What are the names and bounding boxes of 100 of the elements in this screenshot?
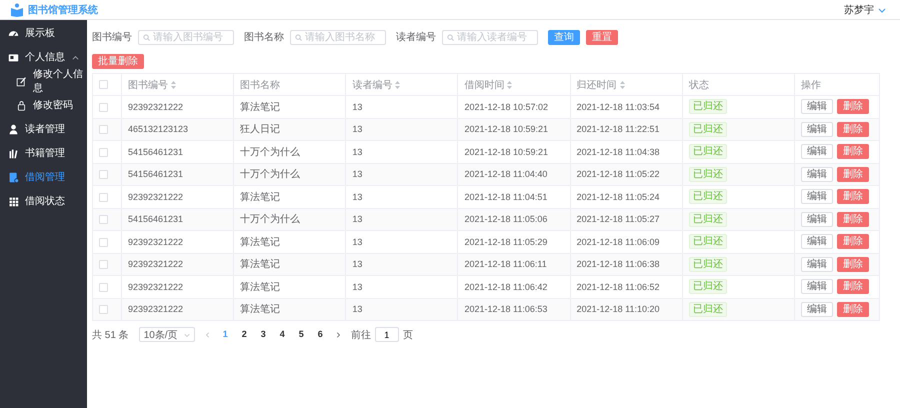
search-icon	[447, 34, 454, 40]
column-header: 图书编号	[128, 80, 168, 90]
table-cell: 13	[352, 259, 362, 270]
table-cell: 92392321222	[128, 304, 184, 314]
filter-label: 读者编号	[396, 30, 436, 44]
edit-button[interactable]: 编辑	[801, 99, 833, 114]
table-cell: 2021-12-18 11:22:51	[576, 124, 660, 134]
sidebar-item[interactable]: 书籍管理	[0, 141, 87, 165]
edit-button[interactable]: 编辑	[801, 166, 833, 182]
search-field[interactable]: 请输入图书编号	[138, 30, 234, 44]
status-tag: 已归还	[688, 302, 727, 317]
next-page-icon[interactable]	[334, 332, 341, 338]
page-number[interactable]: 6	[316, 328, 325, 341]
search-field[interactable]: 请输入图书名称	[290, 30, 386, 44]
checkbox[interactable]	[99, 80, 108, 89]
table-cell: 13	[352, 282, 362, 292]
page-number[interactable]: 3	[258, 328, 268, 341]
status-tag: 已归还	[688, 279, 727, 294]
checkbox[interactable]	[99, 148, 108, 157]
caret-icon[interactable]	[878, 6, 886, 14]
sidebar-item[interactable]: 修改个人信息	[0, 69, 87, 93]
table-cell: 2021-12-18 11:04:38	[576, 146, 660, 157]
table-cell: 92392321222	[128, 236, 184, 247]
search-field[interactable]: 请输入读者编号	[442, 30, 538, 44]
sidebar-item[interactable]: 读者管理	[0, 117, 87, 141]
sidebar-item[interactable]: 借阅管理	[0, 165, 87, 189]
user-name[interactable]: 苏梦宇	[844, 2, 874, 16]
sidebar-item[interactable]: 修改密码	[0, 93, 87, 117]
table-cell: 狂人日记	[240, 124, 280, 136]
person-icon	[8, 124, 19, 134]
table-cell: 2021-12-18 11:03:54	[576, 102, 660, 112]
status-tag: 已归还	[688, 122, 727, 137]
table-cell: 13	[352, 102, 362, 112]
chevron-icon	[184, 332, 190, 338]
page-size-select[interactable]: 10条/页	[138, 327, 195, 342]
table-cell: 13	[352, 236, 362, 247]
table-cell: 54156461231	[128, 146, 184, 157]
table-cell: 十万个为什么	[240, 146, 300, 158]
checkbox[interactable]	[99, 102, 108, 112]
checkbox[interactable]	[99, 238, 108, 247]
status-tag: 已归还	[688, 212, 727, 227]
page-number[interactable]: 5	[296, 328, 306, 341]
sort-icon[interactable]	[507, 80, 512, 89]
table-cell: 13	[352, 192, 362, 202]
table-cell: 2021-12-18 10:59:21	[464, 124, 548, 134]
sort-icon[interactable]	[620, 80, 625, 89]
status-tag: 已归还	[688, 144, 727, 160]
table-cell: 2021-12-18 10:57:02	[464, 102, 548, 112]
edit-button[interactable]: 编辑	[801, 189, 833, 204]
table-cell: 54156461231	[128, 169, 184, 180]
edit-button[interactable]: 编辑	[801, 144, 833, 160]
table-cell: 算法笔记	[240, 192, 280, 203]
table-cell: 2021-12-18 11:06:11	[464, 259, 547, 270]
sidebar-item[interactable]: 个人信息	[0, 45, 87, 69]
sidebar-item[interactable]: 借阅状态	[0, 189, 87, 213]
table-cell: 92392321222	[128, 102, 184, 112]
table-cell: 算法笔记	[240, 304, 280, 316]
edit-button[interactable]: 编辑	[801, 212, 833, 227]
checkbox[interactable]	[99, 282, 108, 292]
id-card-icon	[8, 52, 19, 62]
prev-page-icon[interactable]	[204, 332, 211, 338]
table-cell: 2021-12-18 11:06:09	[576, 236, 660, 247]
table-cell: 算法笔记	[240, 236, 280, 248]
page-number[interactable]: 4	[278, 328, 287, 341]
page-suffix: 页	[402, 328, 413, 342]
app-title: 图书馆管理系统	[28, 4, 98, 16]
edit-button[interactable]: 编辑	[801, 279, 833, 294]
page-input[interactable]: 1	[374, 327, 399, 342]
table-cell: 2021-12-18 11:05:24	[576, 192, 660, 202]
sidebar-item[interactable]: 展示板	[0, 21, 87, 45]
table-cell: 13	[352, 214, 362, 224]
status-tag: 已归还	[688, 166, 727, 182]
table-cell: 2021-12-18 11:05:06	[464, 214, 548, 224]
table-cell: 2021-12-18 11:05:29	[464, 236, 548, 247]
status-tag: 已归还	[688, 189, 727, 204]
table-cell: 54156461231	[128, 214, 184, 224]
checkbox[interactable]	[99, 260, 108, 270]
edit-button[interactable]: 编辑	[801, 122, 833, 137]
edit-button[interactable]: 编辑	[801, 302, 833, 317]
column-header: 图书名称	[240, 80, 280, 90]
status-tag: 已归还	[688, 256, 727, 272]
table-cell: 92392321222	[128, 259, 184, 270]
checkbox[interactable]	[99, 125, 108, 134]
table-cell: 2021-12-18 11:10:20	[576, 304, 660, 314]
table-cell: 13	[352, 304, 362, 314]
table-cell: 十万个为什么	[240, 214, 300, 226]
table-cell: 92392321222	[128, 282, 184, 292]
edit-button[interactable]: 编辑	[801, 234, 833, 250]
checkbox[interactable]	[99, 305, 108, 314]
checkbox[interactable]	[99, 215, 108, 224]
table-cell: 92392321222	[128, 192, 184, 202]
sort-icon[interactable]	[395, 80, 400, 89]
checkbox[interactable]	[99, 192, 108, 202]
edit-icon	[16, 76, 27, 86]
column-header: 操作	[801, 80, 821, 90]
table-cell: 465132123123	[128, 124, 188, 134]
page-number[interactable]: 2	[240, 328, 249, 341]
sort-icon[interactable]	[171, 80, 176, 89]
edit-button[interactable]: 编辑	[801, 256, 833, 272]
checkbox[interactable]	[99, 170, 108, 180]
